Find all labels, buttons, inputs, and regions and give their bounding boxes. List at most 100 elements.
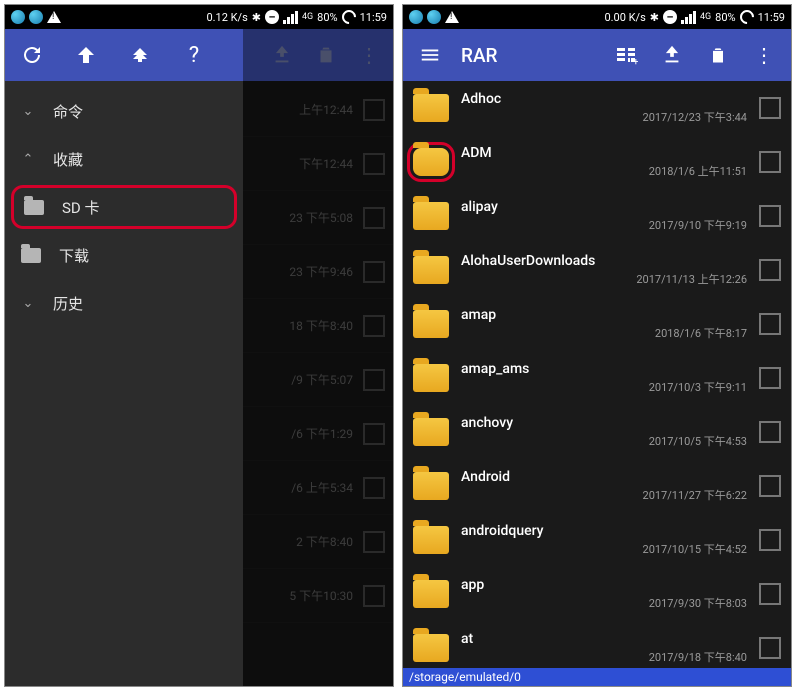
dnd-icon: – <box>663 10 677 24</box>
overflow-icon: ⋮ <box>359 43 379 67</box>
folder-icon <box>21 248 41 263</box>
checkbox[interactable] <box>759 637 781 659</box>
battery-label: 80% <box>317 11 337 24</box>
drawer-fav-downloads[interactable]: 下载 <box>5 231 243 279</box>
archive-icon <box>271 44 293 66</box>
battery-label: 80% <box>715 11 735 24</box>
extract-button[interactable] <box>649 29 695 81</box>
checkbox[interactable] <box>759 313 781 335</box>
up-button[interactable] <box>59 29 113 81</box>
file-name: ADM <box>461 145 747 161</box>
file-name: Android <box>461 469 747 485</box>
signal-icon <box>283 11 298 24</box>
folder-icon <box>413 148 449 176</box>
globe-icon <box>29 10 43 24</box>
trash-icon <box>315 44 337 66</box>
checkbox[interactable] <box>759 421 781 443</box>
path-bar: /storage/emulated/0 <box>403 668 791 686</box>
folder-icon <box>413 256 449 284</box>
folder-icon <box>413 310 449 338</box>
file-row[interactable]: Adhoc2017/12/23 下午3:44 <box>403 81 791 135</box>
network-label: 4G <box>700 12 711 22</box>
menu-button[interactable] <box>407 29 453 81</box>
file-row[interactable]: AlohaUserDownloads 2017/11/13 上午12:26 <box>403 243 791 297</box>
battery-ring-icon <box>339 7 359 27</box>
file-name: alipay <box>461 199 747 215</box>
top-button[interactable] <box>113 29 167 81</box>
file-row[interactable]: alipay 2017/9/10 下午9:19 <box>403 189 791 243</box>
file-date: 2017/10/3 下午9:11 <box>649 379 747 395</box>
signal-icon <box>681 11 696 24</box>
app-title: RAR <box>453 44 506 67</box>
app-bar: RAR + ⋮ <box>403 29 791 81</box>
folder-icon <box>413 364 449 392</box>
status-bar: 0.12 K/s ✱ – 4G 80% 11:59 <box>5 5 393 29</box>
file-row[interactable]: app 2017/9/30 下午8:03 <box>403 567 791 621</box>
file-date: 2017/10/5 下午4:53 <box>649 433 747 449</box>
dnd-icon: – <box>265 10 279 24</box>
file-name: androidquery <box>461 523 747 539</box>
checkbox[interactable] <box>759 529 781 551</box>
phone-left: 0.12 K/s ✱ – 4G 80% 11:59 SD 卡 GB / 111 … <box>4 4 394 687</box>
status-bar: 0.00 K/s ✱ – 4G 80% 11:59 <box>403 5 791 29</box>
file-name: app <box>461 577 747 593</box>
file-name: AlohaUserDownloads <box>461 253 747 269</box>
folder-icon <box>24 200 44 215</box>
checkbox[interactable] <box>759 367 781 389</box>
checkbox[interactable] <box>759 151 781 173</box>
drawer-toolbar: ? <box>5 29 243 81</box>
file-date: 2017/11/27 下午6:22 <box>643 487 747 503</box>
file-row[interactable]: amap_ams2017/10/3 下午9:11 <box>403 351 791 405</box>
checkbox[interactable] <box>759 259 781 281</box>
drawer-label: 下载 <box>59 245 89 266</box>
nav-drawer: ? ⌄ 命令 ⌃ 收藏 SD 卡 下载 <box>5 29 243 686</box>
file-row[interactable]: ADM 2018/1/6 上午11:51 <box>403 135 791 189</box>
folder-icon <box>413 526 449 554</box>
refresh-button[interactable] <box>5 29 59 81</box>
file-date: 2017/11/13 上午12:26 <box>636 271 747 287</box>
folder-icon <box>413 580 449 608</box>
time-label: 11:59 <box>360 11 387 24</box>
checkbox[interactable] <box>759 583 781 605</box>
drawer-label: 命令 <box>53 101 83 122</box>
drawer-fav-sdcard[interactable]: SD 卡 <box>11 185 237 229</box>
file-list[interactable]: Adhoc2017/12/23 下午3:44 ADM 2018/1/6 上午11:5… <box>403 81 791 686</box>
file-row[interactable]: androidquery 2017/10/15 下午4:52 <box>403 513 791 567</box>
checkbox[interactable] <box>759 475 781 497</box>
checkbox[interactable] <box>759 205 781 227</box>
file-row[interactable]: Android 2017/11/27 下午6:22 <box>403 459 791 513</box>
globe-icon <box>11 10 25 24</box>
globe-icon <box>409 10 423 24</box>
delete-button[interactable] <box>695 29 741 81</box>
file-name: Adhoc <box>461 91 747 107</box>
file-row[interactable]: anchovy2017/10/5 下午4:53 <box>403 405 791 459</box>
file-row[interactable]: at2017/9/18 下午8:40 <box>403 621 791 675</box>
file-date: 2018/1/6 上午11:51 <box>649 163 747 179</box>
warning-icon <box>47 11 61 23</box>
help-button[interactable]: ? <box>167 29 221 81</box>
drawer-section-commands[interactable]: ⌄ 命令 <box>5 87 243 135</box>
warning-icon <box>445 11 459 23</box>
folder-icon <box>413 634 449 662</box>
drawer-label: 收藏 <box>53 149 83 170</box>
folder-icon <box>413 94 449 122</box>
drawer-section-history[interactable]: ⌄ 历史 <box>5 279 243 327</box>
file-row[interactable]: amap2018/1/6 下午8:17 <box>403 297 791 351</box>
file-date: 2017/10/15 下午4:52 <box>643 541 747 557</box>
file-date: 2017/9/10 下午9:19 <box>649 217 747 233</box>
net-speed: 0.00 K/s <box>604 11 645 24</box>
drawer-section-favorites[interactable]: ⌃ 收藏 <box>5 135 243 183</box>
folder-icon <box>413 202 449 230</box>
add-archive-button[interactable]: + <box>603 29 649 81</box>
globe-icon <box>427 10 441 24</box>
overflow-button[interactable]: ⋮ <box>741 29 787 81</box>
net-speed: 0.12 K/s <box>206 11 247 24</box>
chevron-up-icon: ⌃ <box>21 152 35 167</box>
svg-text:+: + <box>633 57 638 67</box>
file-date: 2017/9/30 下午8:03 <box>649 595 747 611</box>
checkbox[interactable] <box>759 97 781 119</box>
chevron-down-icon: ⌄ <box>21 296 35 311</box>
network-label: 4G <box>302 12 313 22</box>
file-date: 2017/9/18 下午8:40 <box>649 649 747 665</box>
drawer-label: 历史 <box>53 293 83 314</box>
